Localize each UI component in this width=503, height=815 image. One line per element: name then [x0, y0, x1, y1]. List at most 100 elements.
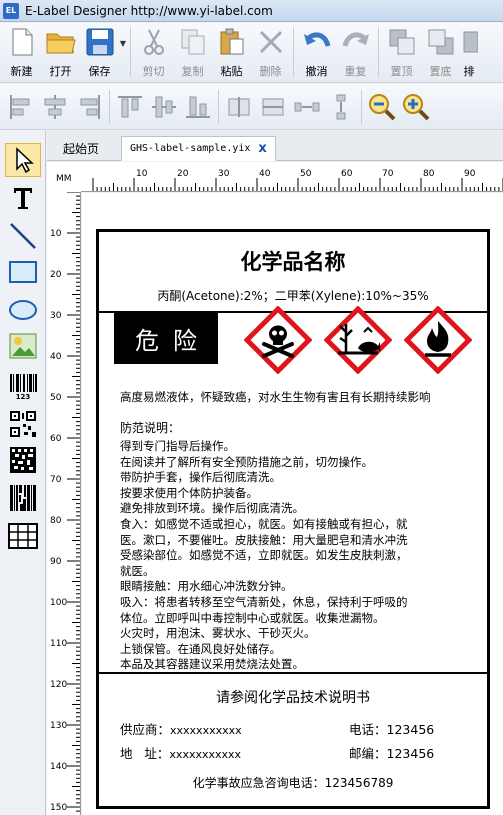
qrcode-tool[interactable]	[5, 407, 41, 441]
ruler-tick-label: 50	[300, 169, 312, 179]
toolbar-separator	[361, 89, 362, 124]
tab-start-page[interactable]: 起始页	[55, 136, 107, 161]
tool-palette: 123	[0, 131, 46, 815]
vertical-ruler-scale: 10 20 30 40 50 60 70 80 90 100 110 120 130 140 150	[50, 192, 80, 813]
copy-label: 复制	[181, 65, 204, 78]
precaution-title[interactable]: 防范说明：	[120, 419, 180, 436]
center-horizontal-button[interactable]	[222, 87, 256, 127]
composition-text[interactable]: 丙酮(Acetone):2%；二甲苯(Xylene):10%~35%	[99, 287, 487, 304]
precaution-line: 就医。	[120, 563, 155, 578]
ruler-tick-label: 50	[50, 393, 62, 403]
zoom-out-button[interactable]	[365, 87, 399, 127]
precaution-statements[interactable]: 得到专门指导后操作。 在阅读并了解所有安全预防措施之前，切勿操作。 带防护手套，操作…	[120, 439, 480, 673]
undo-label: 撤消	[305, 65, 328, 78]
flame-icon[interactable]	[404, 306, 472, 374]
align-top-button[interactable]	[113, 87, 147, 127]
cut-button[interactable]: 剪切	[134, 23, 173, 81]
ruler-unit-label: MM	[56, 174, 72, 184]
delete-button[interactable]: 删除	[251, 23, 290, 81]
horizontal-ruler-scale: 102030405060708090100	[92, 169, 503, 191]
align-right-button[interactable]	[72, 87, 106, 127]
image-icon	[9, 333, 37, 359]
precaution-line: 眼睛接触：用水细心冲洗数分钟。	[120, 579, 293, 594]
distribute-vertical-button[interactable]	[324, 87, 358, 127]
ruler-tick-label: 130	[50, 721, 67, 731]
open-label: 打开	[49, 65, 72, 78]
skull-crossbones-icon[interactable]	[244, 306, 312, 374]
phone-value: 123456	[386, 722, 435, 737]
align-bottom-button[interactable]	[181, 87, 215, 127]
distribute-vertical-icon	[336, 94, 346, 119]
app-icon: EL	[3, 2, 19, 19]
pointer-tool[interactable]	[5, 143, 41, 177]
new-button[interactable]: 新建	[2, 23, 41, 81]
save-label: 保存	[88, 65, 111, 78]
close-icon[interactable]: x	[258, 141, 266, 156]
arrange-button[interactable]: 排	[460, 23, 478, 81]
datamatrix-tool[interactable]	[5, 443, 41, 477]
send-back-label: 置底	[429, 65, 452, 78]
ghs-label[interactable]: 化学品名称 丙酮(Acetone):2%；二甲苯(Xylene):10%~35%…	[96, 229, 490, 809]
ruler-tick-label: 70	[50, 475, 62, 485]
reference-text[interactable]: 请参阅化学品技术说明书	[99, 687, 487, 707]
qrcode-icon	[10, 411, 36, 437]
open-button[interactable]: 打开	[41, 23, 80, 81]
save-dropdown[interactable]: ▼	[119, 23, 127, 81]
ruler-tick-label: 110	[50, 639, 67, 649]
precaution-line: 避免排放到环境。操作后彻底清洗。	[120, 501, 304, 516]
center-vertical-button[interactable]	[256, 87, 290, 127]
pdf417-tool[interactable]	[5, 481, 41, 515]
pointer-icon	[16, 147, 34, 173]
datamatrix-icon	[10, 447, 36, 473]
precaution-line: 吸入：将患者转移至空气清新处，休息，保持利于呼吸的	[120, 594, 408, 609]
delete-label: 删除	[259, 65, 282, 78]
ruler-tick-label: 20	[50, 270, 62, 280]
environment-hazard-icon[interactable]	[324, 306, 392, 374]
address-label: 地 址：	[120, 746, 170, 761]
undo-button[interactable]: 撤消	[297, 23, 336, 81]
barcode-tool[interactable]: 123	[5, 369, 41, 403]
bring-front-label: 置顶	[390, 65, 413, 78]
align-left-button[interactable]	[4, 87, 38, 127]
rectangle-tool[interactable]	[5, 255, 41, 289]
align-bottom-icon	[186, 96, 210, 118]
design-canvas[interactable]: 化学品名称 丙酮(Acetone):2%；二甲苯(Xylene):10%~35%…	[82, 193, 503, 815]
precaution-line: 按要求使用个体防护装备。	[120, 485, 258, 500]
address-field[interactable]: 地 址：xxxxxxxxxxx	[120, 743, 241, 762]
zoom-in-button[interactable]	[399, 87, 433, 127]
copy-button[interactable]: 复制	[173, 23, 212, 81]
ruler-tick-label: 150	[50, 803, 67, 813]
signal-word-box[interactable]: 危险	[114, 312, 218, 364]
tab-ghs-label-sample[interactable]: GHS-label-sample.yix x	[121, 136, 276, 161]
arrange-icon	[460, 27, 478, 57]
ruler-tick-label: 20	[177, 169, 189, 179]
text-tool[interactable]	[5, 181, 41, 215]
vertical-ruler: 10 20 30 40 50 60 70 80 90 100 110 120 130 140 150	[47, 192, 81, 815]
send-back-button[interactable]: 置底	[421, 23, 460, 81]
chemical-name[interactable]: 化学品名称	[99, 246, 487, 276]
redo-label: 重复	[344, 65, 367, 78]
hazard-statement[interactable]: 高度易燃液体，怀疑致癌，对水生生物有害且有长期持续影响	[120, 389, 431, 405]
postcode-field[interactable]: 邮编：123456	[349, 743, 434, 762]
precaution-line: 食入：如感觉不适或担心，就医。如有接触或有担心，就	[120, 516, 408, 531]
save-button[interactable]: 保存	[80, 23, 119, 81]
align-middle-button[interactable]	[147, 87, 181, 127]
pdf417-icon	[10, 485, 36, 511]
clipboard-icon	[217, 27, 247, 57]
align-right-icon	[80, 94, 100, 119]
bring-front-button[interactable]: 置顶	[382, 23, 421, 81]
phone-field[interactable]: 电话：123456	[349, 719, 434, 738]
emergency-phone[interactable]: 化学事故应急咨询电话：123456789	[99, 774, 487, 791]
supplier-field[interactable]: 供应商：xxxxxxxxxxx	[120, 719, 242, 738]
table-tool[interactable]	[5, 519, 41, 553]
redo-button[interactable]: 重复	[336, 23, 375, 81]
image-tool[interactable]	[5, 329, 41, 363]
paste-button[interactable]: 粘贴	[212, 23, 251, 81]
align-center-button[interactable]	[38, 87, 72, 127]
new-file-icon	[7, 27, 37, 57]
line-tool[interactable]	[5, 219, 41, 253]
precaution-line: 本品及其容器建议采用焚烧法处置。	[120, 657, 304, 672]
address-value: xxxxxxxxxxx	[169, 748, 242, 761]
distribute-horizontal-button[interactable]	[290, 87, 324, 127]
ellipse-tool[interactable]	[5, 293, 41, 327]
